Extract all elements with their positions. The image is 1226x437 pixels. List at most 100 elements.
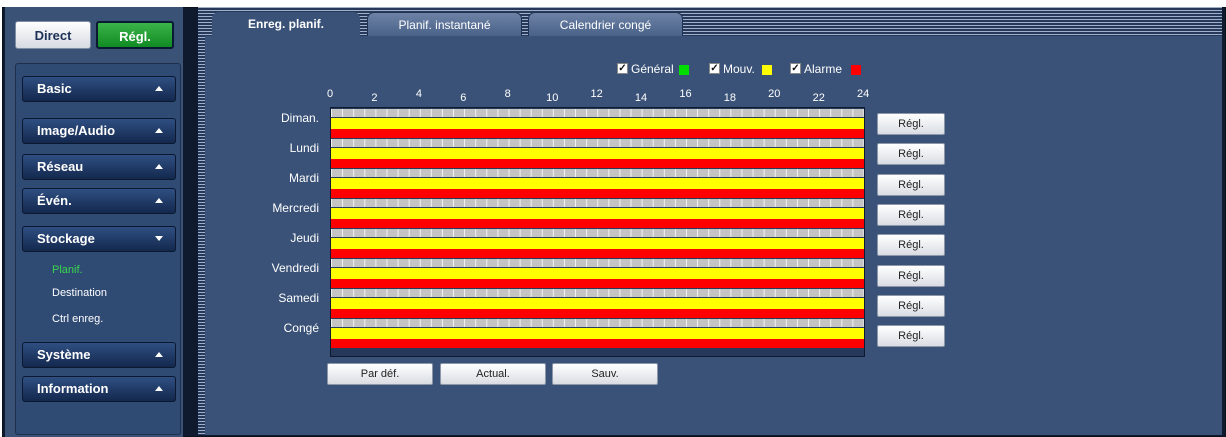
schedule-row[interactable] <box>331 319 864 349</box>
mouv-bar[interactable] <box>331 178 864 189</box>
nav-sub-ctrl-enreg[interactable]: Ctrl enreg. <box>52 313 103 325</box>
row-setup-button[interactable]: Régl. <box>877 234 945 257</box>
general-bar[interactable] <box>331 199 864 207</box>
schedule-row[interactable] <box>331 199 864 229</box>
day-label: Mercredi <box>272 201 319 215</box>
schedule-row[interactable] <box>331 139 864 169</box>
row-setup-button[interactable]: Régl. <box>877 173 945 196</box>
nav-sub-planif[interactable]: Planif. <box>52 264 83 276</box>
day-labels: Diman. Lundi Mardi Mercredi Jeudi Vendredi Sam… <box>230 0 319 437</box>
collapse-arrow-icon <box>155 386 163 391</box>
day-label: Mardi <box>288 171 319 185</box>
row-setup-button[interactable]: Régl. <box>877 325 945 348</box>
alarme-bar[interactable] <box>331 189 864 198</box>
alarme-bar[interactable] <box>331 279 864 288</box>
alarme-bar[interactable] <box>331 339 864 348</box>
mouv-bar[interactable] <box>331 328 864 339</box>
nav-evenements[interactable]: Évén. <box>22 188 176 214</box>
alarme-bar[interactable] <box>331 129 864 138</box>
hour-tick-label: 22 <box>812 92 825 104</box>
alarme-checkbox[interactable]: ✓ <box>790 63 801 74</box>
nav-image-audio-label: Image/Audio <box>37 123 116 138</box>
mouv-color-swatch <box>762 65 772 75</box>
hour-tick-label: 4 <box>415 88 422 100</box>
general-checkbox[interactable]: ✓ <box>617 63 628 74</box>
nav-basic[interactable]: Basic <box>22 76 176 102</box>
alarme-bar[interactable] <box>331 159 864 168</box>
alarme-bar[interactable] <box>331 219 864 228</box>
row-setup-button[interactable]: Régl. <box>877 113 945 135</box>
day-label: Lundi <box>289 141 319 155</box>
mouv-checkbox[interactable]: ✓ <box>709 63 720 74</box>
general-bar[interactable] <box>331 259 864 267</box>
nav-systeme[interactable]: Système <box>22 342 176 368</box>
general-bar[interactable] <box>331 229 864 237</box>
hour-tick-label: 16 <box>679 88 692 100</box>
schedule-row[interactable] <box>331 229 864 259</box>
nav-basic-label: Basic <box>37 81 72 96</box>
hour-tick-label: 0 <box>327 88 334 100</box>
schedule-row[interactable] <box>331 259 864 289</box>
hour-tick-label: 6 <box>460 92 467 104</box>
general-bar[interactable] <box>331 169 864 177</box>
general-bar[interactable] <box>331 109 864 117</box>
alarme-bar[interactable] <box>331 249 864 258</box>
nav-sub-destination[interactable]: Destination <box>52 287 107 299</box>
direct-button[interactable]: Direct <box>15 21 91 49</box>
schedule-grid[interactable] <box>330 107 865 357</box>
general-color-swatch <box>679 65 689 75</box>
mouv-bar[interactable] <box>331 238 864 249</box>
mouv-bar[interactable] <box>331 148 864 159</box>
hour-tick-label: 8 <box>504 88 511 100</box>
sidebar: Direct Régl. Basic Image/Audio Réseau Év… <box>5 7 183 437</box>
row-setup-button[interactable]: Régl. <box>877 203 945 226</box>
schedule-row[interactable] <box>331 289 864 319</box>
divider-stripe <box>198 7 205 435</box>
general-bar[interactable] <box>331 289 864 297</box>
nav-reseau[interactable]: Réseau <box>22 154 176 180</box>
expand-arrow-icon <box>155 236 163 241</box>
day-label: Vendredi <box>271 261 319 275</box>
nav-evenements-label: Évén. <box>37 193 72 208</box>
tab-planif-instantane[interactable]: Planif. instantané <box>367 12 522 36</box>
general-bar[interactable] <box>331 139 864 147</box>
hour-tick-label: 20 <box>768 88 781 100</box>
day-label: Samedi <box>278 291 319 305</box>
row-setup-button[interactable]: Régl. <box>877 264 945 287</box>
nav-stockage-label: Stockage <box>37 231 95 246</box>
mouv-bar[interactable] <box>331 298 864 309</box>
alarme-bar[interactable] <box>331 309 864 318</box>
general-bar[interactable] <box>331 319 864 327</box>
nav-reseau-label: Réseau <box>37 159 84 174</box>
collapse-arrow-icon <box>155 352 163 357</box>
collapse-arrow-icon <box>155 198 163 203</box>
row-setup-button[interactable]: Régl. <box>877 143 945 166</box>
tab-calendrier-conge[interactable]: Calendrier congé <box>528 12 683 36</box>
save-button[interactable]: Sauv. <box>552 363 658 385</box>
mouv-bar[interactable] <box>331 268 864 279</box>
day-label: Jeudi <box>290 231 319 245</box>
nav-stockage[interactable]: Stockage <box>22 226 176 252</box>
day-label: Diman. <box>280 111 319 125</box>
mouv-bar[interactable] <box>331 118 864 129</box>
nav-information-label: Information <box>37 381 109 396</box>
legend-general-label: Général <box>631 62 674 76</box>
refresh-button[interactable]: Actual. <box>440 363 546 385</box>
hour-tick-label: 24 <box>857 88 870 100</box>
hour-tick-label: 18 <box>723 92 736 104</box>
nav-information[interactable]: Information <box>22 376 176 402</box>
nav-menu: Basic Image/Audio Réseau Évén. Stockage … <box>15 63 181 435</box>
collapse-arrow-icon <box>155 86 163 91</box>
default-button[interactable]: Par déf. <box>327 363 433 385</box>
nav-image-audio[interactable]: Image/Audio <box>22 118 176 144</box>
mouv-bar[interactable] <box>331 208 864 219</box>
schedule-row[interactable] <box>331 169 864 199</box>
legend-alarme-label: Alarme <box>804 62 843 76</box>
day-label: Congé <box>283 321 319 335</box>
hour-tick-label: 14 <box>634 92 648 104</box>
hour-tick-label: 12 <box>590 88 603 100</box>
schedule-row[interactable] <box>331 109 864 139</box>
collapse-arrow-icon <box>155 128 163 133</box>
setup-button[interactable]: Régl. <box>96 21 174 49</box>
row-setup-button[interactable]: Régl. <box>877 294 945 317</box>
